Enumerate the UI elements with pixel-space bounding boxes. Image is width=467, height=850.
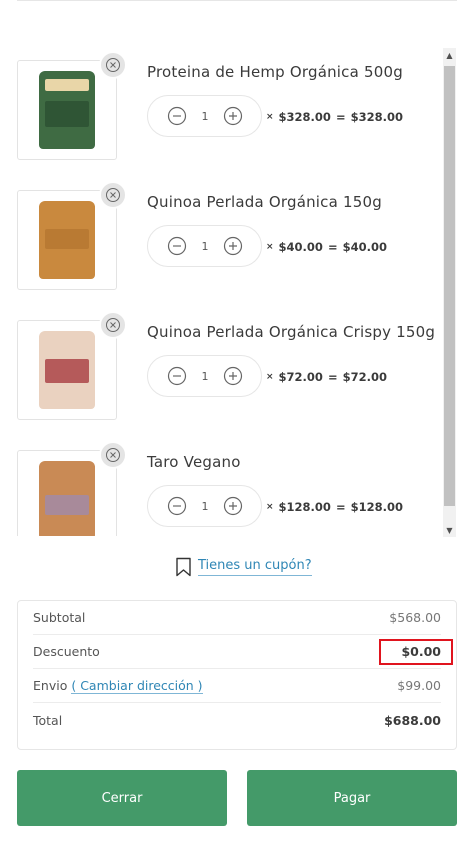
times-sign: × <box>266 112 274 122</box>
cart-item: Taro Vegano 1 × $128.00 = $128.00 <box>0 420 440 536</box>
item-title[interactable]: Quinoa Perlada Orgánica 150g <box>147 193 382 211</box>
increase-quantity-button[interactable] <box>223 236 243 256</box>
price-line: × $72.00 = $72.00 <box>266 370 387 384</box>
coupon-label[interactable]: Tienes un cupón? <box>198 558 312 576</box>
pouch-label <box>45 101 89 127</box>
quantity-stepper: 1 <box>147 225 262 267</box>
line-total: $328.00 <box>350 110 403 124</box>
shipping-label-group: Envio ( Cambiar dirección ) <box>33 678 203 694</box>
times-sign: × <box>266 242 274 252</box>
subtotal-row: Subtotal $568.00 <box>33 601 441 635</box>
line-total: $40.00 <box>342 240 387 254</box>
subtotal-label: Subtotal <box>33 610 86 625</box>
shipping-row: Envio ( Cambiar dirección ) $99.00 <box>33 669 441 703</box>
plus-circle-icon <box>223 236 243 256</box>
total-value: $688.00 <box>384 712 441 728</box>
quantity-value[interactable]: 1 <box>202 110 209 123</box>
cart-scrollbar[interactable]: ▲ ▼ <box>443 48 456 537</box>
remove-item-button[interactable] <box>99 311 127 339</box>
item-title[interactable]: Taro Vegano <box>147 453 241 471</box>
close-circle-icon <box>106 318 120 332</box>
minus-circle-icon <box>167 496 187 516</box>
equals-sign: = <box>327 370 338 384</box>
minus-circle-icon <box>167 236 187 256</box>
quantity-stepper: 1 <box>147 95 262 137</box>
cart-item: Quinoa Perlada Orgánica Crispy 150g 1 × … <box>0 290 440 420</box>
order-summary: Subtotal $568.00 Descuento $0.00 Envio (… <box>17 600 457 750</box>
close-circle-icon <box>106 188 120 202</box>
pouch-label <box>45 79 89 91</box>
decrease-quantity-button[interactable] <box>167 106 187 126</box>
subtotal-value: $568.00 <box>389 610 441 625</box>
shipping-label: Envio <box>33 678 68 693</box>
product-pouch <box>39 331 95 409</box>
minus-circle-icon <box>167 366 187 386</box>
shipping-value: $99.00 <box>397 678 441 693</box>
quantity-value[interactable]: 1 <box>202 240 209 253</box>
pouch-label <box>45 495 89 515</box>
coupon-link[interactable]: Tienes un cupón? <box>175 557 312 577</box>
item-title[interactable]: Quinoa Perlada Orgánica Crispy 150g <box>147 323 435 341</box>
decrease-quantity-button[interactable] <box>167 496 187 516</box>
scroll-down-arrow-icon[interactable]: ▼ <box>443 523 456 537</box>
plus-circle-icon <box>223 496 243 516</box>
close-circle-icon <box>106 58 120 72</box>
product-pouch <box>39 201 95 279</box>
scroll-up-arrow-icon[interactable]: ▲ <box>443 48 456 62</box>
product-pouch <box>39 461 95 536</box>
cart-item-list[interactable]: Proteina de Hemp Orgánica 500g 1 × $328.… <box>0 30 467 536</box>
increase-quantity-button[interactable] <box>223 366 243 386</box>
cart-item: Proteina de Hemp Orgánica 500g 1 × $328.… <box>0 30 440 160</box>
pouch-label <box>45 359 89 383</box>
decrease-quantity-button[interactable] <box>167 236 187 256</box>
minus-circle-icon <box>167 106 187 126</box>
equals-sign: = <box>327 240 338 254</box>
total-label: Total <box>33 712 63 728</box>
times-sign: × <box>266 502 274 512</box>
remove-item-button[interactable] <box>99 51 127 79</box>
close-circle-icon <box>106 448 120 462</box>
close-button[interactable]: Cerrar <box>17 770 227 826</box>
increase-quantity-button[interactable] <box>223 496 243 516</box>
product-image[interactable] <box>17 320 117 420</box>
quantity-stepper: 1 <box>147 485 262 527</box>
top-divider <box>17 0 457 1</box>
cart-item: Quinoa Perlada Orgánica 150g 1 × $40.00 … <box>0 160 440 290</box>
decrease-quantity-button[interactable] <box>167 366 187 386</box>
unit-price: $328.00 <box>278 110 331 124</box>
product-image[interactable] <box>17 60 117 160</box>
unit-price: $72.00 <box>278 370 323 384</box>
product-pouch <box>39 71 95 149</box>
plus-circle-icon <box>223 106 243 126</box>
quantity-value[interactable]: 1 <box>202 500 209 513</box>
highlight-box <box>379 639 453 665</box>
times-sign: × <box>266 372 274 382</box>
pay-button[interactable]: Pagar <box>247 770 457 826</box>
discount-row: Descuento $0.00 <box>33 635 453 669</box>
total-row: Total $688.00 <box>33 703 441 737</box>
bookmark-icon <box>176 557 191 577</box>
equals-sign: = <box>335 500 346 514</box>
line-total: $72.00 <box>342 370 387 384</box>
quantity-stepper: 1 <box>147 355 262 397</box>
product-image[interactable] <box>17 190 117 290</box>
equals-sign: = <box>335 110 346 124</box>
unit-price: $40.00 <box>278 240 323 254</box>
increase-quantity-button[interactable] <box>223 106 243 126</box>
price-line: × $128.00 = $128.00 <box>266 500 403 514</box>
line-total: $128.00 <box>350 500 403 514</box>
item-title[interactable]: Proteina de Hemp Orgánica 500g <box>147 63 403 81</box>
remove-item-button[interactable] <box>99 181 127 209</box>
price-line: × $328.00 = $328.00 <box>266 110 403 124</box>
unit-price: $128.00 <box>278 500 331 514</box>
pouch-label <box>45 229 89 249</box>
scrollbar-thumb[interactable] <box>444 66 455 506</box>
price-line: × $40.00 = $40.00 <box>266 240 387 254</box>
change-address-link[interactable]: ( Cambiar dirección ) <box>71 678 203 694</box>
remove-item-button[interactable] <box>99 441 127 469</box>
discount-label: Descuento <box>33 644 100 659</box>
plus-circle-icon <box>223 366 243 386</box>
quantity-value[interactable]: 1 <box>202 370 209 383</box>
